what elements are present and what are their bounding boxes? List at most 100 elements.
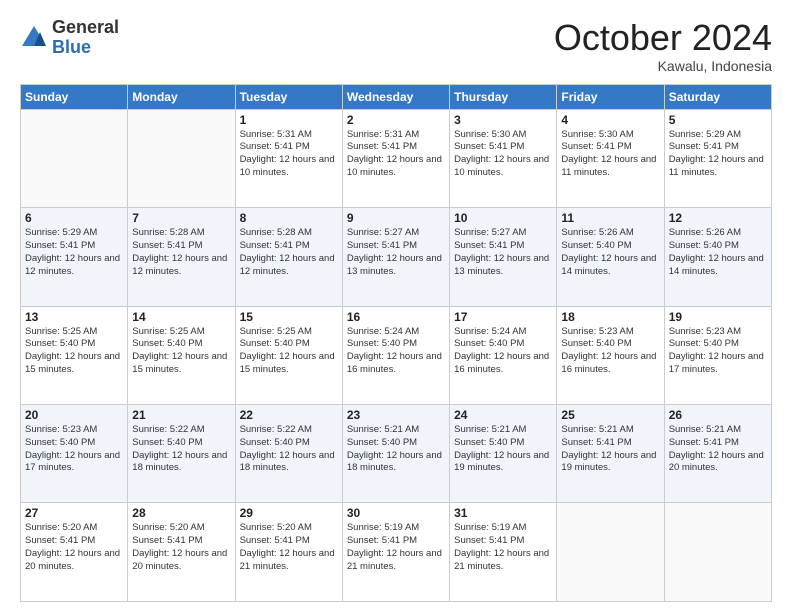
calendar-cell: 10 Sunrise: 5:27 AMSunset: 5:41 PMDayligh… xyxy=(450,208,557,306)
calendar-header-row: SundayMondayTuesdayWednesdayThursdayFrid… xyxy=(21,84,772,109)
calendar-cell xyxy=(128,109,235,207)
day-number: 4 xyxy=(561,113,659,127)
day-number: 20 xyxy=(25,408,123,422)
day-number: 24 xyxy=(454,408,552,422)
calendar-cell: 2 Sunrise: 5:31 AMSunset: 5:41 PMDaylight… xyxy=(342,109,449,207)
day-info: Sunrise: 5:25 AMSunset: 5:40 PMDaylight:… xyxy=(132,326,230,377)
calendar-week-row: 20 Sunrise: 5:23 AMSunset: 5:40 PMDayligh… xyxy=(21,405,772,503)
col-header-monday: Monday xyxy=(128,84,235,109)
day-info: Sunrise: 5:20 AMSunset: 5:41 PMDaylight:… xyxy=(132,522,230,573)
logo-blue: Blue xyxy=(52,37,91,57)
day-info: Sunrise: 5:21 AMSunset: 5:41 PMDaylight:… xyxy=(561,424,659,475)
day-number: 2 xyxy=(347,113,445,127)
calendar-cell: 16Sunrise: 5:24 AMSunset: 5:40 PMDayligh… xyxy=(342,306,449,404)
calendar-cell: 3 Sunrise: 5:30 AMSunset: 5:41 PMDaylight… xyxy=(450,109,557,207)
day-info: Sunrise: 5:31 AMSunset: 5:41 PMDaylight:… xyxy=(347,129,445,180)
calendar-cell: 26 Sunrise: 5:21 AMSunset: 5:41 PMDayligh… xyxy=(664,405,771,503)
day-info: Sunrise: 5:20 AMSunset: 5:41 PMDaylight:… xyxy=(25,522,123,573)
day-number: 23 xyxy=(347,408,445,422)
day-info: Sunrise: 5:26 AMSunset: 5:40 PMDaylight:… xyxy=(669,227,767,278)
calendar-cell: 27 Sunrise: 5:20 AMSunset: 5:41 PMDayligh… xyxy=(21,503,128,602)
calendar-cell xyxy=(664,503,771,602)
day-number: 13 xyxy=(25,310,123,324)
calendar-cell: 30Sunrise: 5:19 AMSunset: 5:41 PMDayligh… xyxy=(342,503,449,602)
calendar-cell: 12 Sunrise: 5:26 AMSunset: 5:40 PMDayligh… xyxy=(664,208,771,306)
day-info: Sunrise: 5:30 AMSunset: 5:41 PMDaylight:… xyxy=(454,129,552,180)
calendar-cell: 23 Sunrise: 5:21 AMSunset: 5:40 PMDayligh… xyxy=(342,405,449,503)
calendar-cell: 15 Sunrise: 5:25 AMSunset: 5:40 PMDayligh… xyxy=(235,306,342,404)
col-header-sunday: Sunday xyxy=(21,84,128,109)
day-info: Sunrise: 5:24 AMSunset: 5:40 PMDaylight:… xyxy=(454,326,552,377)
day-number: 26 xyxy=(669,408,767,422)
calendar-cell: 8 Sunrise: 5:28 AMSunset: 5:41 PMDaylight… xyxy=(235,208,342,306)
day-info: Sunrise: 5:19 AMSunset: 5:41 PMDaylight:… xyxy=(454,522,552,573)
calendar-cell: 4 Sunrise: 5:30 AMSunset: 5:41 PMDaylight… xyxy=(557,109,664,207)
day-number: 8 xyxy=(240,211,338,225)
calendar-week-row: 13 Sunrise: 5:25 AMSunset: 5:40 PMDayligh… xyxy=(21,306,772,404)
day-number: 14 xyxy=(132,310,230,324)
col-header-saturday: Saturday xyxy=(664,84,771,109)
calendar-week-row: 6 Sunrise: 5:29 AMSunset: 5:41 PMDaylight… xyxy=(21,208,772,306)
day-number: 18 xyxy=(561,310,659,324)
day-number: 28 xyxy=(132,506,230,520)
calendar-cell: 17Sunrise: 5:24 AMSunset: 5:40 PMDayligh… xyxy=(450,306,557,404)
calendar-cell xyxy=(21,109,128,207)
calendar-cell: 11 Sunrise: 5:26 AMSunset: 5:40 PMDayligh… xyxy=(557,208,664,306)
day-number: 7 xyxy=(132,211,230,225)
day-info: Sunrise: 5:22 AMSunset: 5:40 PMDaylight:… xyxy=(132,424,230,475)
day-info: Sunrise: 5:24 AMSunset: 5:40 PMDaylight:… xyxy=(347,326,445,377)
day-info: Sunrise: 5:28 AMSunset: 5:41 PMDaylight:… xyxy=(240,227,338,278)
calendar-page: General Blue October 2024 Kawalu, Indone… xyxy=(0,0,792,612)
day-info: Sunrise: 5:28 AMSunset: 5:41 PMDaylight:… xyxy=(132,227,230,278)
day-number: 21 xyxy=(132,408,230,422)
location: Kawalu, Indonesia xyxy=(554,58,772,74)
calendar-cell: 19 Sunrise: 5:23 AMSunset: 5:40 PMDayligh… xyxy=(664,306,771,404)
day-number: 3 xyxy=(454,113,552,127)
day-info: Sunrise: 5:21 AMSunset: 5:41 PMDaylight:… xyxy=(669,424,767,475)
logo-icon xyxy=(20,24,48,52)
day-info: Sunrise: 5:23 AMSunset: 5:40 PMDaylight:… xyxy=(25,424,123,475)
title-block: October 2024 Kawalu, Indonesia xyxy=(554,18,772,74)
calendar-cell: 1Sunrise: 5:31 AMSunset: 5:41 PMDaylight… xyxy=(235,109,342,207)
day-number: 12 xyxy=(669,211,767,225)
day-number: 30 xyxy=(347,506,445,520)
calendar-cell: 9Sunrise: 5:27 AMSunset: 5:41 PMDaylight… xyxy=(342,208,449,306)
day-info: Sunrise: 5:20 AMSunset: 5:41 PMDaylight:… xyxy=(240,522,338,573)
calendar-cell: 5 Sunrise: 5:29 AMSunset: 5:41 PMDaylight… xyxy=(664,109,771,207)
day-number: 11 xyxy=(561,211,659,225)
day-info: Sunrise: 5:23 AMSunset: 5:40 PMDaylight:… xyxy=(669,326,767,377)
calendar-cell: 24 Sunrise: 5:21 AMSunset: 5:40 PMDayligh… xyxy=(450,405,557,503)
calendar-cell: 18Sunrise: 5:23 AMSunset: 5:40 PMDayligh… xyxy=(557,306,664,404)
day-number: 5 xyxy=(669,113,767,127)
day-number: 27 xyxy=(25,506,123,520)
logo: General Blue xyxy=(20,18,119,58)
day-info: Sunrise: 5:26 AMSunset: 5:40 PMDaylight:… xyxy=(561,227,659,278)
calendar-cell: 7 Sunrise: 5:28 AMSunset: 5:41 PMDaylight… xyxy=(128,208,235,306)
calendar-cell: 20 Sunrise: 5:23 AMSunset: 5:40 PMDayligh… xyxy=(21,405,128,503)
col-header-wednesday: Wednesday xyxy=(342,84,449,109)
day-info: Sunrise: 5:30 AMSunset: 5:41 PMDaylight:… xyxy=(561,129,659,180)
calendar-cell: 31 Sunrise: 5:19 AMSunset: 5:41 PMDayligh… xyxy=(450,503,557,602)
day-info: Sunrise: 5:25 AMSunset: 5:40 PMDaylight:… xyxy=(240,326,338,377)
day-number: 15 xyxy=(240,310,338,324)
day-info: Sunrise: 5:21 AMSunset: 5:40 PMDaylight:… xyxy=(347,424,445,475)
day-info: Sunrise: 5:25 AMSunset: 5:40 PMDaylight:… xyxy=(25,326,123,377)
day-number: 6 xyxy=(25,211,123,225)
day-number: 31 xyxy=(454,506,552,520)
col-header-tuesday: Tuesday xyxy=(235,84,342,109)
col-header-friday: Friday xyxy=(557,84,664,109)
day-number: 29 xyxy=(240,506,338,520)
calendar-cell: 28 Sunrise: 5:20 AMSunset: 5:41 PMDayligh… xyxy=(128,503,235,602)
day-info: Sunrise: 5:21 AMSunset: 5:40 PMDaylight:… xyxy=(454,424,552,475)
day-number: 22 xyxy=(240,408,338,422)
day-number: 10 xyxy=(454,211,552,225)
day-number: 19 xyxy=(669,310,767,324)
day-info: Sunrise: 5:29 AMSunset: 5:41 PMDaylight:… xyxy=(669,129,767,180)
day-info: Sunrise: 5:22 AMSunset: 5:40 PMDaylight:… xyxy=(240,424,338,475)
day-info: Sunrise: 5:29 AMSunset: 5:41 PMDaylight:… xyxy=(25,227,123,278)
day-info: Sunrise: 5:27 AMSunset: 5:41 PMDaylight:… xyxy=(454,227,552,278)
calendar-cell: 6 Sunrise: 5:29 AMSunset: 5:41 PMDaylight… xyxy=(21,208,128,306)
logo-general: General xyxy=(52,17,119,37)
calendar-cell: 21 Sunrise: 5:22 AMSunset: 5:40 PMDayligh… xyxy=(128,405,235,503)
day-info: Sunrise: 5:27 AMSunset: 5:41 PMDaylight:… xyxy=(347,227,445,278)
